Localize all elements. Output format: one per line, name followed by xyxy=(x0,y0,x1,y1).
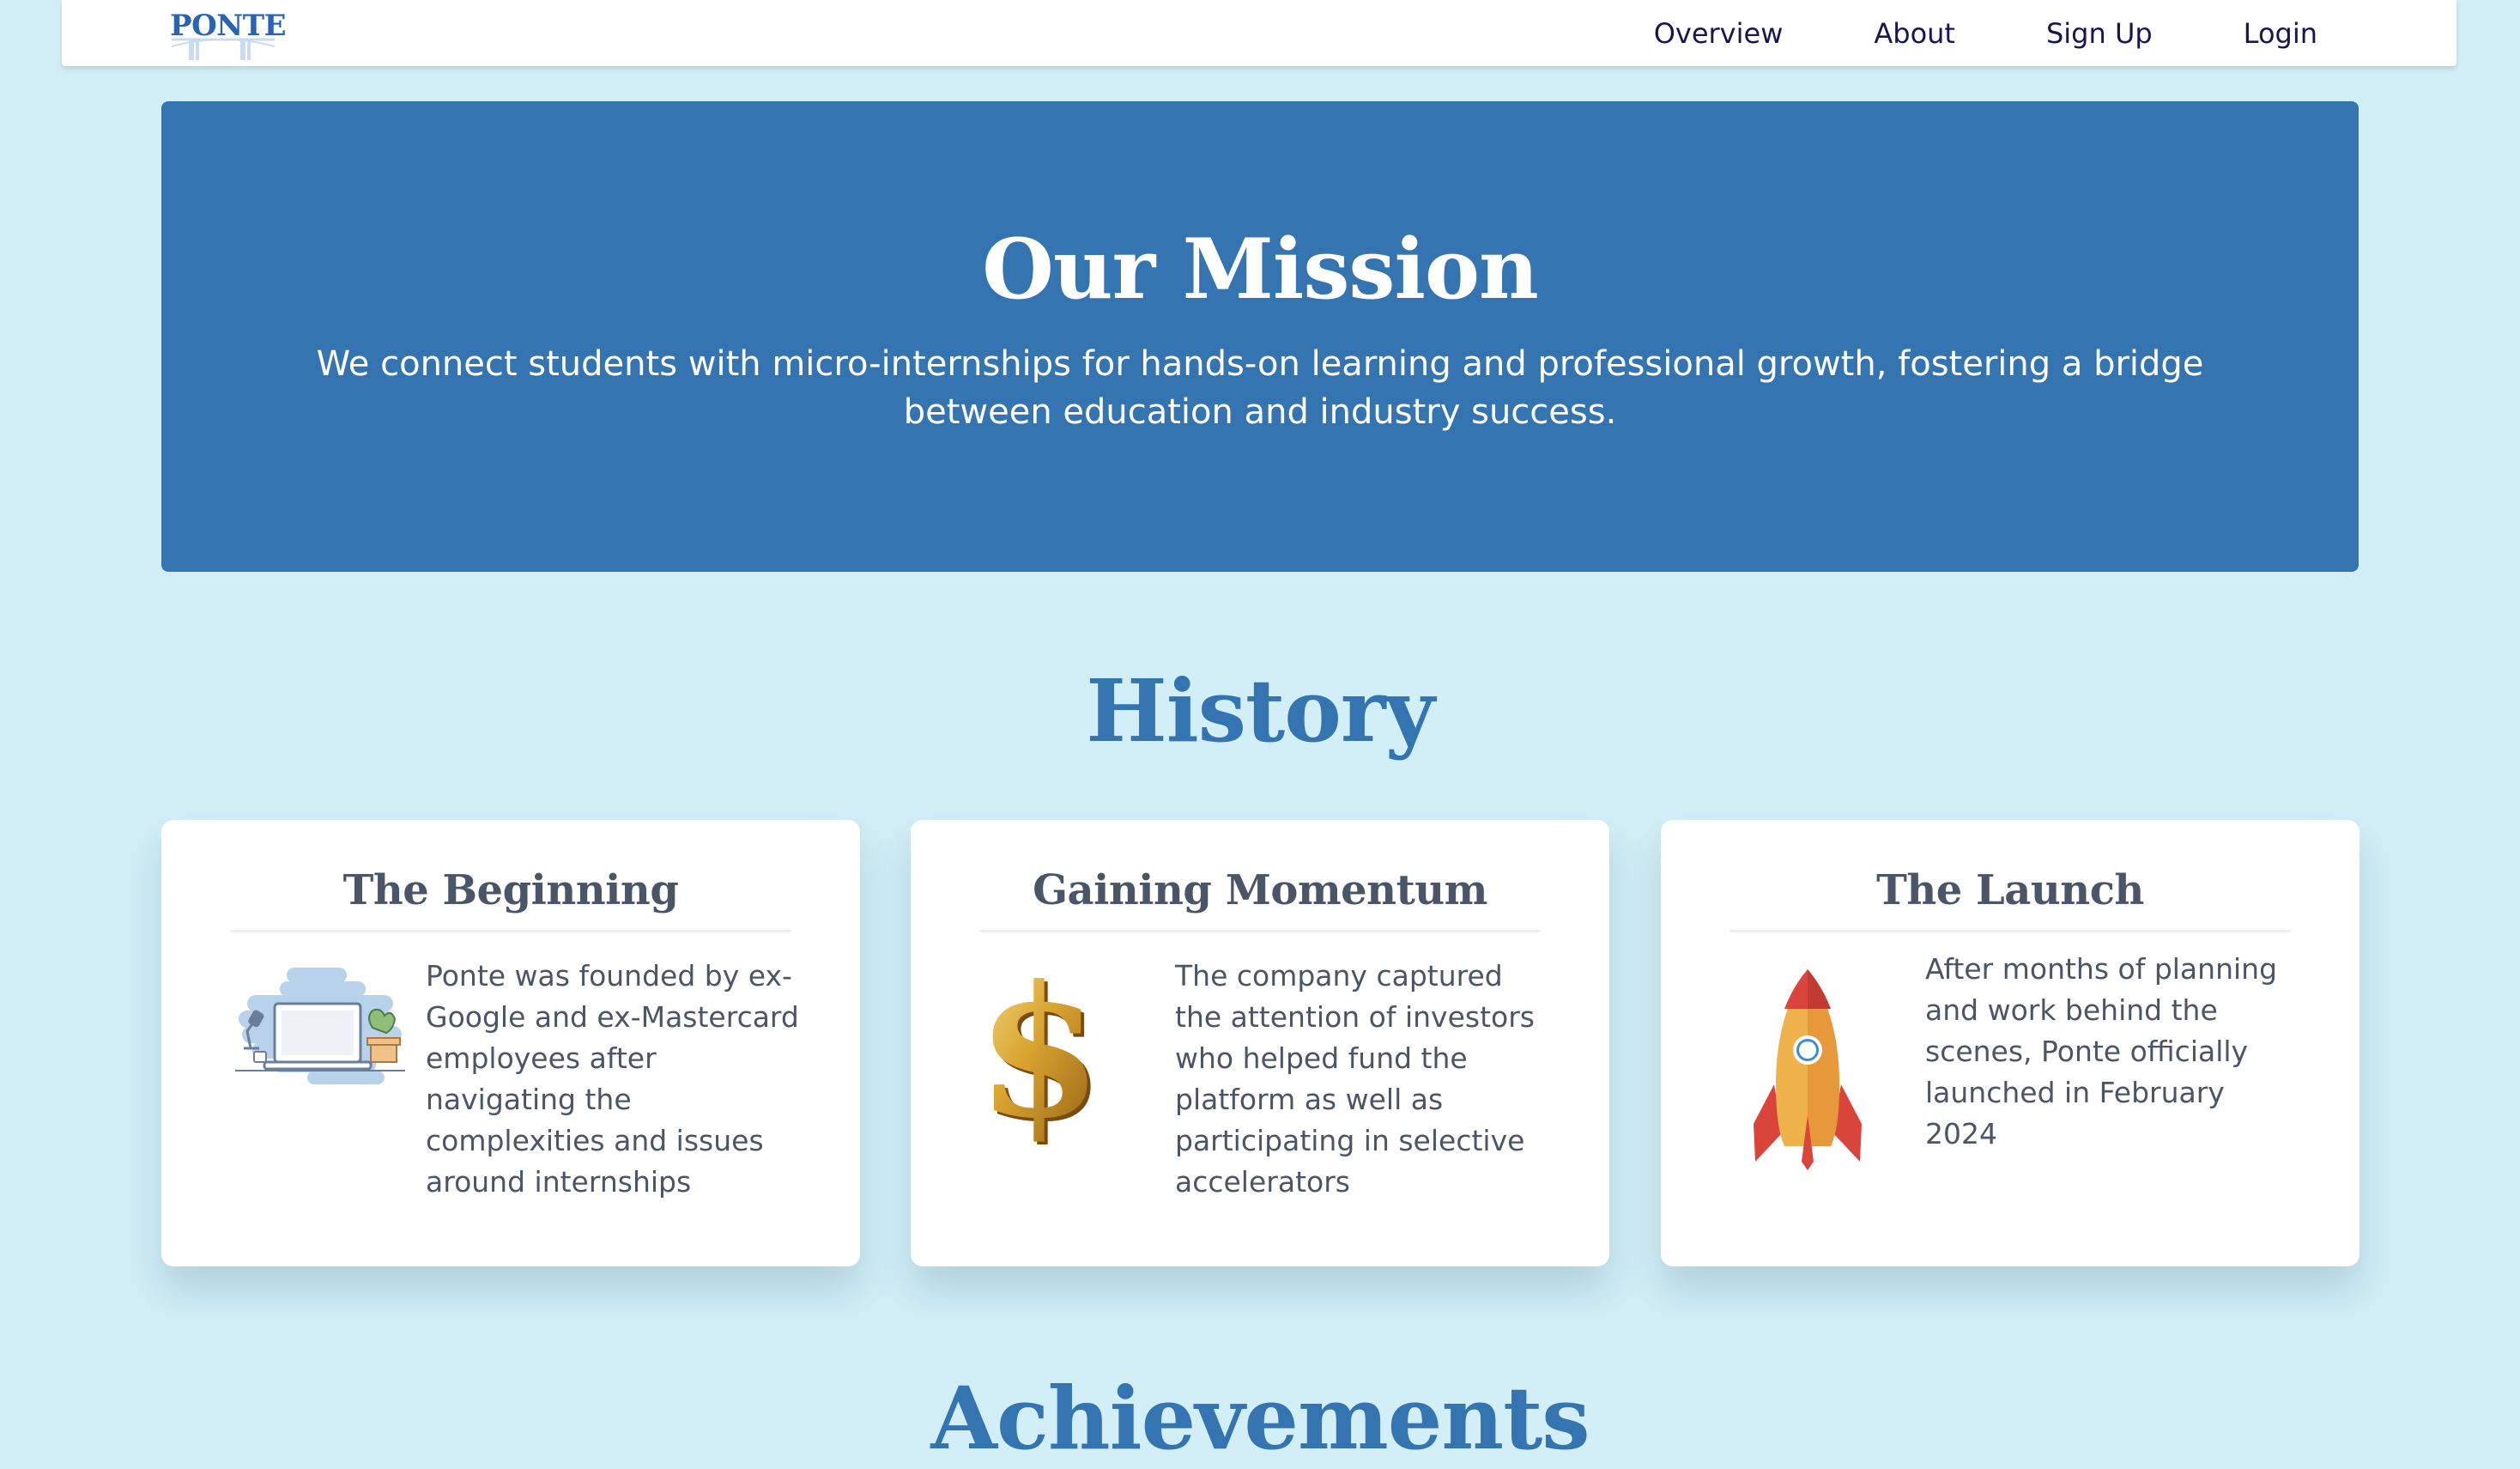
card-text: After months of planning and work behind… xyxy=(1925,952,2278,1150)
nav-link-sign-up[interactable]: Sign Up xyxy=(2046,17,2153,50)
nav-link-about[interactable]: About xyxy=(1874,17,1955,50)
card-title: The Beginning xyxy=(230,870,791,932)
card-text: Ponte was founded by ex-Google and ex-Ma… xyxy=(426,959,799,1199)
mission-text: We connect students with micro-internshi… xyxy=(316,344,2204,432)
history-card-launch: The Launch After months of planning and … xyxy=(1661,820,2359,1266)
history-card-gaining-momentum: Gaining Momentum $ $ The company capture… xyxy=(911,820,1609,1266)
ponte-logo[interactable]: PONTE xyxy=(170,5,286,60)
history-card-beginning: The Beginning Ponte was founded by ex-Go… xyxy=(161,820,860,1266)
card-title: The Launch xyxy=(1729,870,2291,932)
dollar-sign-icon: $ $ xyxy=(977,946,1160,1162)
card-text: The company captured the attention of in… xyxy=(1175,959,1535,1199)
achievements-title: Achievements xyxy=(930,1368,1590,1469)
mission-title: Our Mission xyxy=(982,221,1539,318)
nav-link-login[interactable]: Login xyxy=(2244,17,2317,50)
card-title: Gaining Momentum xyxy=(979,870,1541,932)
nav-links: Overview About Sign Up Login xyxy=(1563,0,2317,66)
nav-link-overview[interactable]: Overview xyxy=(1654,17,1784,50)
svg-text:$: $ xyxy=(979,956,1102,1144)
mission-banner: Our Mission We connect students with mic… xyxy=(161,101,2359,572)
laptop-desk-icon xyxy=(230,956,410,1144)
rocket-icon xyxy=(1729,956,1910,1170)
bridge-icon xyxy=(171,38,276,60)
top-navbar: PONTE Overview About Sign Up Login xyxy=(62,0,2456,66)
history-title: History xyxy=(1086,660,1434,762)
